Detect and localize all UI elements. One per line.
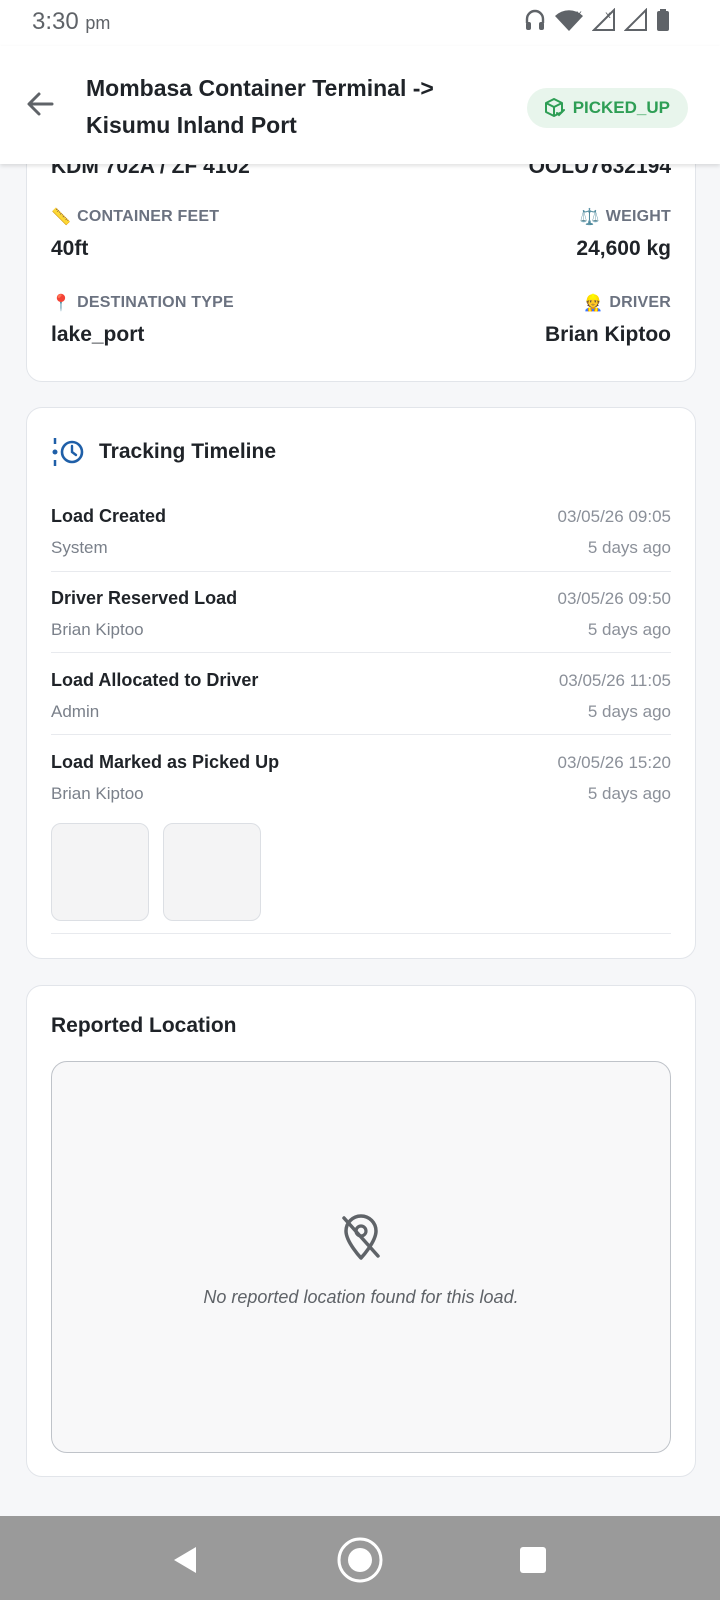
package-check-icon bbox=[544, 98, 565, 117]
status-badge-label: PICKED_UP bbox=[572, 98, 670, 117]
weight-field: ⚖️ WEIGHT 24,600 kg bbox=[576, 207, 671, 261]
system-nav-bar bbox=[0, 1516, 720, 1600]
wifi-icon: x bbox=[555, 9, 583, 31]
back-arrow-icon[interactable] bbox=[22, 86, 58, 122]
container-feet-label: CONTAINER FEET bbox=[77, 208, 220, 225]
weight-value: 24,600 kg bbox=[576, 237, 671, 260]
svg-text:x: x bbox=[576, 9, 582, 20]
status-bar: 3:30 pm x x bbox=[0, 0, 720, 46]
timeline-date: 03/05/26 11:05 bbox=[558, 671, 671, 690]
timeline-entry: Load Allocated to Driver Admin 03/05/26 … bbox=[51, 670, 671, 735]
location-off-icon bbox=[342, 1214, 380, 1260]
tracking-timeline-card: Tracking Timeline Load Created System 03… bbox=[26, 407, 696, 959]
timeline-header: Tracking Timeline bbox=[51, 436, 276, 468]
destination-type-label: DESTINATION TYPE bbox=[77, 294, 234, 311]
weight-label: WEIGHT bbox=[605, 208, 671, 225]
timeline-entry: Load Marked as Picked Up Brian Kiptoo 03… bbox=[51, 752, 671, 934]
headphones-icon bbox=[525, 9, 545, 30]
destination-type-field: 📍 DESTINATION TYPE lake_port bbox=[51, 293, 234, 347]
timeline-actor: System bbox=[51, 538, 108, 557]
driver-field: 👷 DRIVER Brian Kiptoo bbox=[545, 293, 671, 347]
timeline-date: 03/05/26 15:20 bbox=[557, 753, 671, 772]
timeline-history-icon bbox=[52, 438, 84, 466]
driver-label: DRIVER bbox=[609, 294, 671, 311]
timeline-relative-time: 5 days ago bbox=[587, 620, 671, 639]
map-placeholder: No reported location found for this load… bbox=[51, 1061, 671, 1453]
timeline-date: 03/05/26 09:05 bbox=[557, 507, 671, 526]
photo-thumbnail[interactable] bbox=[51, 823, 149, 921]
status-time-ampm: pm bbox=[85, 13, 111, 33]
timeline-relative-time: 5 days ago bbox=[587, 538, 671, 557]
recents-nav-icon[interactable] bbox=[509, 1536, 557, 1584]
container-feet-value: 40ft bbox=[51, 237, 89, 260]
timeline-event: Load Created bbox=[51, 506, 167, 526]
signal-icon: x bbox=[592, 8, 615, 31]
scale-icon: ⚖️ bbox=[579, 209, 600, 226]
battery-icon bbox=[657, 9, 669, 31]
route-destination: Kisumu Inland Port bbox=[86, 112, 297, 138]
timeline-title: Tracking Timeline bbox=[99, 440, 277, 463]
ruler-icon: 📏 bbox=[51, 209, 72, 226]
route-origin: Mombasa Container Terminal -> bbox=[86, 75, 434, 101]
timeline-actor: Brian Kiptoo bbox=[51, 620, 144, 639]
container-feet-field: 📏 CONTAINER FEET 40ft bbox=[51, 207, 219, 261]
timeline-actor: Brian Kiptoo bbox=[51, 784, 144, 803]
timeline-actor: Admin bbox=[51, 702, 100, 721]
timeline-entry: Driver Reserved Load Brian Kiptoo 03/05/… bbox=[51, 588, 671, 653]
pin-icon: 📍 bbox=[51, 295, 72, 312]
page-title: Mombasa Container Terminal -> Kisumu Inl… bbox=[86, 70, 506, 144]
empty-location-message: No reported location found for this load… bbox=[203, 1287, 519, 1307]
home-nav-icon[interactable] bbox=[336, 1536, 384, 1584]
status-time-value: 3:30 bbox=[32, 8, 79, 35]
status-icons: x x bbox=[524, 8, 670, 32]
timeline-date: 03/05/26 09:50 bbox=[557, 589, 671, 608]
svg-text:x: x bbox=[605, 10, 611, 21]
timeline-relative-time: 5 days ago bbox=[587, 702, 671, 721]
timeline-event: Load Allocated to Driver bbox=[51, 670, 259, 690]
status-badge: PICKED_UP bbox=[526, 88, 688, 128]
reported-location-title: Reported Location bbox=[51, 1014, 237, 1037]
status-time: 3:30 pm bbox=[32, 8, 110, 36]
timeline-entry: Load Created System 03/05/26 09:05 5 day… bbox=[51, 506, 671, 572]
worker-icon: 👷 bbox=[583, 295, 604, 312]
timeline-event: Driver Reserved Load bbox=[51, 588, 238, 608]
timeline-event: Load Marked as Picked Up bbox=[51, 752, 280, 772]
photo-thumbnail[interactable] bbox=[163, 823, 261, 921]
signal-icon bbox=[624, 8, 647, 31]
timeline-relative-time: 5 days ago bbox=[587, 784, 671, 803]
reported-location-card: Reported Location No reported location f… bbox=[26, 985, 696, 1477]
back-nav-icon[interactable] bbox=[161, 1536, 209, 1584]
destination-type-value: lake_port bbox=[51, 323, 145, 346]
app-header: Mombasa Container Terminal -> Kisumu Inl… bbox=[0, 46, 720, 164]
driver-value: Brian Kiptoo bbox=[545, 323, 671, 346]
